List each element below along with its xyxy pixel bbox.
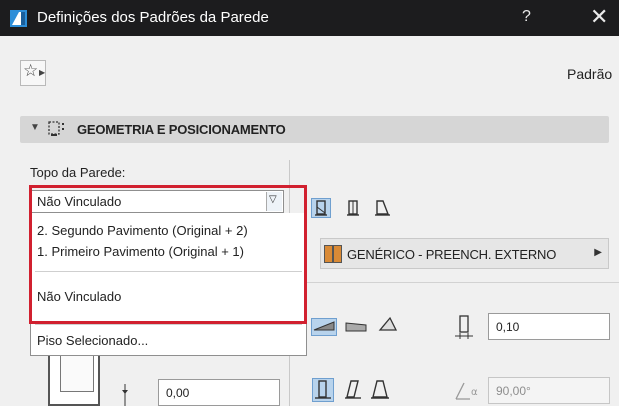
slanted-profile-icon[interactable] (344, 199, 362, 217)
height-measure-icon (120, 384, 130, 406)
ref-line-inside-icon[interactable] (376, 316, 400, 334)
slant-angle-field[interactable]: 90,00° (488, 377, 610, 404)
option-second-floor[interactable]: 2. Segundo Pavimento (Original + 2) (37, 223, 248, 238)
collapse-triangle-icon[interactable]: ▼ (30, 122, 40, 133)
preset-name: Padrão (567, 66, 613, 82)
composite-swatch-icon (324, 245, 342, 263)
star-icon: ☆ (23, 61, 39, 80)
favorites-button[interactable]: ☆ ▶ (20, 60, 46, 86)
chevron-right-icon: ▶ (39, 68, 46, 77)
wall-vertical-icon[interactable] (312, 378, 334, 402)
wall-thickness-icon (453, 314, 475, 340)
slant-angle-value: 90,00° (496, 384, 531, 398)
offset-value: 0,00 (166, 386, 190, 400)
option-first-floor[interactable]: 1. Primeiro Pavimento (Original + 1) (37, 244, 244, 259)
wall-double-slanted-icon[interactable] (369, 379, 391, 401)
straight-profile-icon[interactable] (311, 198, 331, 218)
section-geometry-positioning[interactable]: ▼ GEOMETRIA E POSICIONAMENTO (20, 116, 609, 143)
option-not-linked[interactable]: Não Vinculado (37, 289, 121, 304)
top-of-wall-label: Topo da Parede: (30, 165, 126, 180)
option-selected-floor[interactable]: Piso Selecionado... (37, 333, 148, 348)
section-title: GEOMETRIA E POSICIONAMENTO (77, 122, 286, 137)
wall-preview (48, 356, 100, 406)
top-of-wall-select[interactable]: Não Vinculado ▽ (30, 190, 284, 213)
close-button[interactable]: ✕ (590, 4, 608, 30)
option-separator (35, 324, 302, 325)
offset-field[interactable]: 0,00 (158, 379, 280, 406)
wall-slanted-icon[interactable] (343, 379, 363, 401)
option-separator (35, 271, 302, 272)
chevron-down-icon: ▽ (269, 194, 277, 205)
dropdown-button[interactable]: ▽ (266, 192, 282, 211)
thickness-field[interactable]: 0,10 (488, 313, 610, 340)
archicad-icon (10, 10, 27, 27)
ref-line-outside-icon[interactable] (311, 318, 337, 336)
composite-structure-select[interactable]: GENÉRICO - PREENCH. EXTERNO ▶ (320, 238, 609, 269)
svg-text:α: α (471, 387, 478, 398)
chevron-right-icon: ▶ (594, 247, 602, 258)
window-title: Definições dos Padrões da Parede (37, 9, 269, 26)
window-titlebar: Definições dos Padrões da Parede ? ✕ (0, 0, 619, 36)
slant-angle-icon: α (454, 381, 484, 401)
ref-line-center-icon[interactable] (344, 319, 368, 335)
panel-divider-horizontal (290, 282, 619, 283)
complex-profile-icon[interactable] (372, 199, 392, 217)
top-of-wall-value: Não Vinculado (37, 194, 122, 209)
thickness-value: 0,10 (496, 320, 520, 334)
wall-geometry-icon (47, 120, 69, 138)
help-button[interactable]: ? (522, 8, 531, 26)
composite-name: GENÉRICO - PREENCH. EXTERNO (347, 247, 557, 262)
top-of-wall-dropdown-list: 2. Segundo Pavimento (Original + 2) 1. P… (30, 213, 307, 356)
